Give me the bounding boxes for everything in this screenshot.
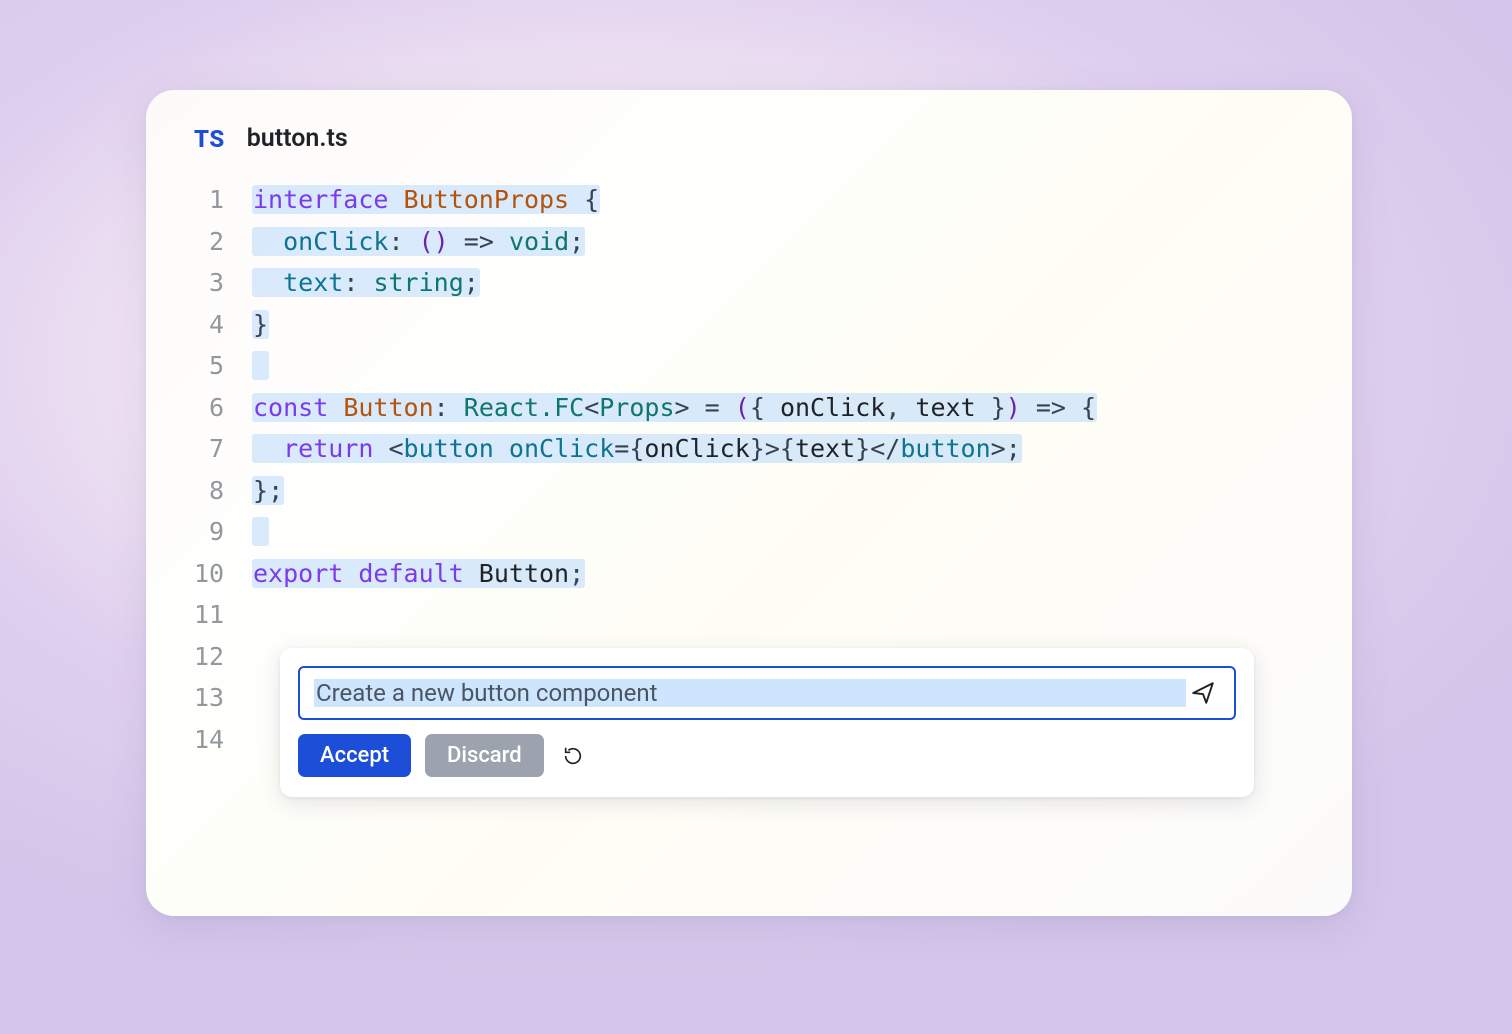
code-line[interactable]: 6const Button: React.FC<Props> = ({ onCl…: [194, 387, 1352, 429]
code-content[interactable]: const Button: React.FC<Props> = ({ onCli…: [252, 387, 1097, 429]
line-number: 6: [194, 387, 252, 429]
code-line[interactable]: 8};: [194, 470, 1352, 512]
line-number: 4: [194, 304, 252, 346]
file-name: button.ts: [247, 124, 348, 153]
ai-actions-row: Accept Discard: [298, 734, 1236, 777]
line-number: 13: [194, 677, 252, 719]
line-number: 11: [194, 594, 252, 636]
line-number: 2: [194, 221, 252, 263]
code-content[interactable]: }: [252, 304, 269, 346]
ai-input-container[interactable]: Create a new button component: [298, 666, 1236, 720]
file-header: TS button.ts: [146, 124, 1352, 153]
code-line[interactable]: 7 return <button onClick={onClick}>{text…: [194, 428, 1352, 470]
code-content[interactable]: export default Button;: [252, 553, 585, 595]
code-content[interactable]: return <button onClick={onClick}>{text}<…: [252, 428, 1022, 470]
line-number: 1: [194, 179, 252, 221]
line-number: 7: [194, 428, 252, 470]
code-content[interactable]: [252, 511, 269, 553]
line-number: 10: [194, 553, 252, 595]
code-line[interactable]: 5: [194, 345, 1352, 387]
code-line[interactable]: 4}: [194, 304, 1352, 346]
line-number: 14: [194, 719, 252, 761]
code-content[interactable]: onClick: () => void;: [252, 221, 585, 263]
discard-button[interactable]: Discard: [425, 734, 544, 777]
line-number: 12: [194, 636, 252, 678]
code-line[interactable]: 3 text: string;: [194, 262, 1352, 304]
line-number: 5: [194, 345, 252, 387]
send-button[interactable]: [1186, 676, 1220, 710]
ai-inline-panel: Create a new button component Accept Dis…: [280, 648, 1254, 797]
ai-prompt-input[interactable]: Create a new button component: [314, 679, 1186, 707]
code-line[interactable]: 2 onClick: () => void;: [194, 221, 1352, 263]
code-line[interactable]: 10export default Button;: [194, 553, 1352, 595]
accept-button[interactable]: Accept: [298, 734, 411, 777]
send-icon: [1190, 680, 1216, 706]
code-content[interactable]: text: string;: [252, 262, 480, 304]
code-line[interactable]: 1interface ButtonProps {: [194, 179, 1352, 221]
refresh-icon: [562, 745, 584, 767]
line-number: 9: [194, 511, 252, 553]
code-line[interactable]: 11: [194, 594, 1352, 636]
editor-card: TS button.ts 1interface ButtonProps {2 o…: [146, 90, 1352, 916]
code-content[interactable]: [252, 345, 269, 387]
code-content[interactable]: interface ButtonProps {: [252, 179, 600, 221]
typescript-badge-icon: TS: [194, 125, 225, 153]
line-number: 8: [194, 470, 252, 512]
code-content[interactable]: };: [252, 470, 284, 512]
regenerate-button[interactable]: [558, 741, 588, 771]
line-number: 3: [194, 262, 252, 304]
code-line[interactable]: 9: [194, 511, 1352, 553]
